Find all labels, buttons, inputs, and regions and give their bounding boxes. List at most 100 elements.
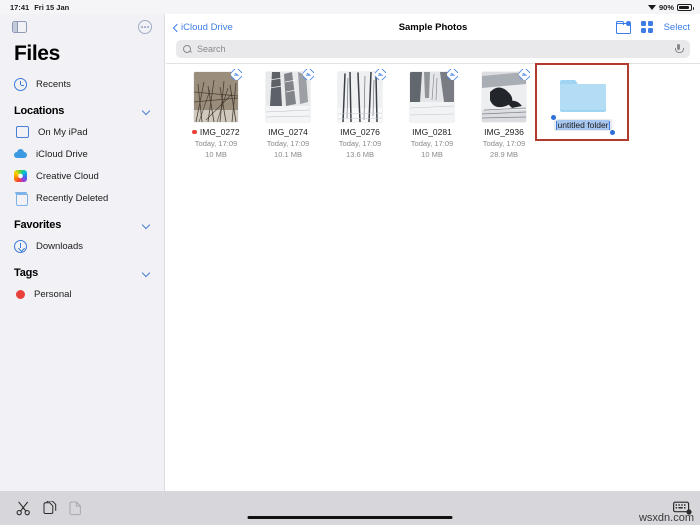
sidebar-section-title: Locations: [14, 105, 65, 117]
file-thumbnail-container[interactable]: [194, 69, 242, 122]
file-item[interactable]: IMG_0281 Today, 17:09 10 MB: [396, 69, 468, 159]
icloud-download-icon: [375, 69, 386, 80]
folder-icon[interactable]: [558, 75, 608, 115]
tag-dot-icon: [16, 289, 25, 299]
new-folder-icon[interactable]: [615, 21, 631, 34]
file-name-row: IMG_0281: [412, 127, 452, 137]
sidebar-item-label: On My iPad: [38, 126, 88, 138]
ipad-icon: [16, 126, 29, 138]
search-input[interactable]: Search: [176, 40, 690, 58]
sidebar-section-header-favorites[interactable]: Favorites: [0, 209, 164, 235]
file-date: Today, 17:09: [194, 139, 238, 148]
file-grid: IMG_0272 Today, 17:09 10 MB IMG_0274 Tod…: [166, 63, 700, 159]
file-thumbnail-container[interactable]: [266, 69, 314, 122]
folder-name-input[interactable]: untitled folder: [553, 119, 613, 131]
file-item[interactable]: IMG_0274 Today, 17:09 10.1 MB: [252, 69, 324, 159]
search-placeholder: Search: [197, 44, 226, 54]
file-name: IMG_0281: [412, 127, 452, 137]
sidebar-section-title: Favorites: [14, 219, 62, 231]
sidebar-toggle-icon[interactable]: [12, 21, 27, 33]
bottom-toolbar: wsxdn.com: [0, 491, 700, 525]
cloud-icon: [14, 148, 27, 161]
sidebar-item-creative-cloud[interactable]: Creative Cloud: [0, 165, 164, 187]
file-thumbnail-container[interactable]: [410, 69, 458, 122]
wifi-icon: [647, 4, 656, 11]
sidebar-item-icloud-drive[interactable]: iCloud Drive: [0, 143, 164, 165]
sidebar-item-label: iCloud Drive: [36, 148, 88, 160]
new-folder-badge: [626, 21, 631, 26]
trash-icon: [14, 192, 28, 206]
battery-icon: [677, 3, 694, 11]
file-name: IMG_2936: [484, 127, 524, 137]
file-name: IMG_0274: [268, 127, 308, 137]
sidebar-section-title: Tags: [14, 267, 39, 279]
file-size: 10 MB: [421, 150, 443, 159]
bottom-toolbar-actions: [8, 500, 82, 516]
chevron-down-icon[interactable]: [142, 221, 150, 229]
file-item[interactable]: IMG_2936 Today, 17:09 28.9 MB: [468, 69, 540, 159]
folder-name-value: untitled folder: [556, 120, 610, 130]
navigation-actions: Select: [615, 21, 690, 34]
file-name: IMG_0276: [340, 127, 380, 137]
file-thumbnail-container[interactable]: [482, 69, 530, 122]
sidebar: Files Recents Locations On My iPad iClou…: [0, 14, 165, 491]
home-indicator[interactable]: [247, 515, 453, 519]
file-name-row: IMG_0276: [340, 127, 380, 137]
file-name: IMG_0272: [199, 127, 240, 137]
file-date: Today, 17:09: [266, 139, 310, 148]
file-item[interactable]: IMG_0272 Today, 17:09 10 MB: [180, 69, 252, 159]
file-name-row: IMG_0274: [268, 127, 308, 137]
sidebar-item-on-my-ipad[interactable]: On My iPad: [0, 121, 164, 143]
new-folder-item[interactable]: untitled folder: [535, 63, 629, 141]
chevron-left-icon: [172, 24, 179, 31]
file-size: 28.9 MB: [490, 150, 518, 159]
sidebar-item-label: Downloads: [36, 240, 83, 252]
navigation-bar: iCloud Drive Sample Photos Select: [166, 14, 700, 40]
microphone-icon[interactable]: [674, 44, 684, 55]
status-time: 17:41: [10, 2, 30, 12]
sidebar-section-header-tags[interactable]: Tags: [0, 257, 164, 283]
file-item[interactable]: IMG_0276 Today, 17:09 13.6 MB: [324, 69, 396, 159]
icloud-download-icon: [231, 69, 242, 80]
sidebar-item-recently-deleted[interactable]: Recently Deleted: [0, 187, 164, 209]
tag-dot-icon: [192, 129, 197, 135]
more-options-icon[interactable]: [138, 20, 152, 34]
watermark-text: wsxdn.com: [638, 512, 694, 524]
sidebar-top-bar: [0, 14, 164, 40]
status-date: Fri 15 Jan: [34, 2, 70, 12]
chevron-down-icon[interactable]: [142, 269, 150, 277]
selection-handle-end[interactable]: [610, 130, 616, 135]
sidebar-section-header-locations[interactable]: Locations: [0, 95, 164, 121]
file-thumbnail-container[interactable]: [338, 69, 386, 122]
selection-handle-start[interactable]: [550, 115, 556, 120]
sidebar-item-recents[interactable]: Recents: [0, 73, 164, 95]
sidebar-item-personal-tag[interactable]: Personal: [0, 283, 164, 305]
search-icon: [183, 44, 192, 54]
sidebar-item-downloads[interactable]: Downloads: [0, 235, 164, 257]
file-size: 10 MB: [205, 150, 227, 159]
copy-icon[interactable]: [43, 500, 57, 516]
select-button[interactable]: Select: [664, 22, 690, 33]
sidebar-item-label: Recents: [36, 78, 71, 90]
back-button[interactable]: iCloud Drive: [172, 22, 233, 33]
file-size: 13.6 MB: [346, 150, 374, 159]
chevron-down-icon[interactable]: [142, 107, 150, 115]
sidebar-item-label: Creative Cloud: [36, 170, 99, 182]
icloud-download-icon: [303, 69, 314, 80]
clock-icon: [14, 77, 27, 91]
cut-icon[interactable]: [16, 501, 31, 516]
paste-icon: [69, 501, 81, 515]
download-icon: [14, 239, 27, 253]
file-date: Today, 17:09: [482, 139, 526, 148]
sidebar-item-label: Recently Deleted: [36, 192, 109, 204]
search-bar-container: Search: [166, 40, 700, 63]
creative-cloud-icon: [14, 170, 27, 182]
main-content: iCloud Drive Sample Photos Select Search: [166, 14, 700, 491]
file-name-row: IMG_2936: [484, 127, 524, 137]
folder-rename-field-wrapper[interactable]: untitled folder: [550, 115, 616, 135]
file-date: Today, 17:09: [338, 139, 382, 148]
icloud-download-icon: [519, 69, 530, 80]
file-date: Today, 17:09: [410, 139, 454, 148]
grid-view-icon[interactable]: [640, 21, 653, 33]
page-title: Files: [14, 42, 60, 65]
